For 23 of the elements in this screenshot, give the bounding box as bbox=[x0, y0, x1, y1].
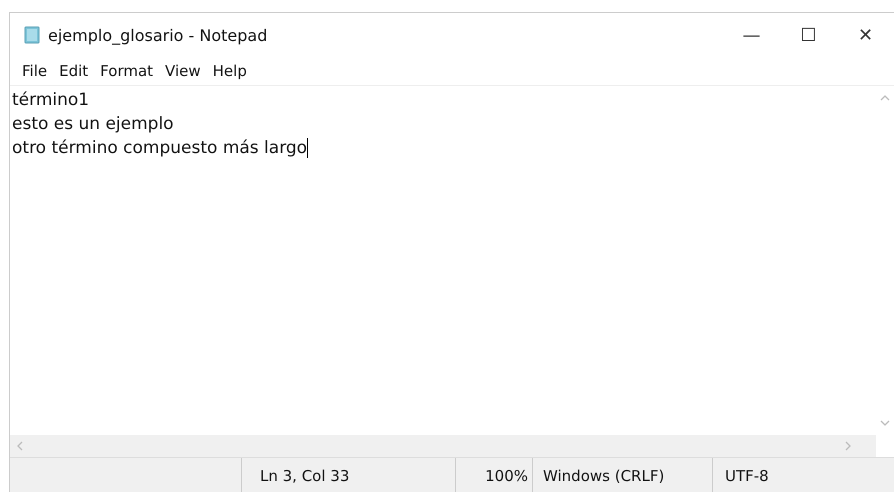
zoom-level: 100% bbox=[456, 458, 533, 492]
line-ending: Windows (CRLF) bbox=[533, 458, 713, 492]
menu-item[interactable]: Edit bbox=[53, 62, 94, 80]
scroll-right-icon[interactable] bbox=[844, 441, 852, 451]
menu-item[interactable]: File bbox=[16, 62, 54, 80]
minimize-button[interactable]: — bbox=[723, 13, 780, 57]
text-line: esto es un ejemplo bbox=[12, 113, 174, 136]
menu-item[interactable]: Format bbox=[94, 62, 160, 80]
scroll-left-icon[interactable] bbox=[16, 441, 24, 451]
text-line: término1 bbox=[12, 89, 90, 112]
close-button[interactable]: ✕ bbox=[837, 13, 894, 57]
menu-item[interactable]: Help bbox=[206, 62, 253, 80]
text-cursor bbox=[307, 138, 308, 158]
cursor-position: Ln 3, Col 33 bbox=[242, 458, 456, 492]
text-line: otro término compuesto más largo bbox=[12, 137, 308, 160]
window-title: ejemplo_glosario - Notepad bbox=[48, 26, 268, 44]
scroll-down-icon[interactable] bbox=[880, 419, 890, 427]
maximize-button[interactable]: ☐ bbox=[780, 13, 837, 57]
encoding: UTF-8 bbox=[724, 466, 769, 486]
text-area[interactable]: término1 esto es un ejemplo otro término compuesto más largo bbox=[10, 86, 876, 435]
menu-item[interactable]: View bbox=[159, 62, 207, 80]
notepad-icon bbox=[24, 26, 40, 44]
scroll-up-icon[interactable] bbox=[880, 94, 890, 102]
